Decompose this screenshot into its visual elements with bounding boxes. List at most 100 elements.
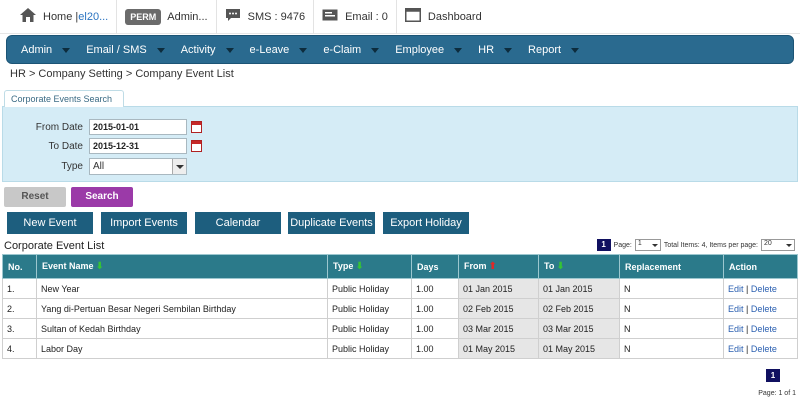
nav-item-report[interactable]: Report: [520, 36, 587, 63]
cell-replacement: N: [619, 338, 724, 359]
pager-top: 1 Page: 1 Total Items: 4, Items per page…: [596, 239, 798, 251]
from-date-input[interactable]: 2015-01-01: [89, 119, 187, 135]
new-event-button[interactable]: New Event: [7, 212, 93, 234]
caret-down-icon: [225, 48, 234, 53]
cell-to: 01 May 2015: [538, 338, 620, 359]
cell-action: Edit | Delete: [723, 338, 798, 359]
col-no: No.: [2, 254, 37, 279]
search-panel: From Date 2015-01-01 To Date 2015-12-31 …: [2, 106, 798, 182]
cell-type: Public Holiday: [327, 298, 412, 319]
admin-menu[interactable]: PERM Admin...: [117, 0, 217, 34]
col-replacement: Replacement: [619, 254, 724, 279]
dashboard-link[interactable]: Dashboard: [397, 0, 490, 34]
cell-days: 1.00: [411, 318, 459, 339]
per-page-select[interactable]: 20: [761, 239, 795, 251]
table-row: 3. Sultan of Kedah Birthday Public Holid…: [2, 318, 798, 339]
col-label: Event Name: [42, 261, 94, 271]
cell-to: 02 Feb 2015: [538, 298, 620, 319]
to-date-input[interactable]: 2015-12-31: [89, 138, 187, 154]
cell-from: 03 Mar 2015: [458, 318, 539, 339]
cell-to: 01 Jan 2015: [538, 278, 620, 299]
cell-type: Public Holiday: [327, 338, 412, 359]
sort-down-icon: ⬇: [556, 261, 565, 272]
delete-link[interactable]: Delete: [751, 284, 777, 294]
caret-down-icon: [371, 48, 380, 53]
col-days[interactable]: Days: [411, 254, 459, 279]
type-select[interactable]: All: [89, 158, 187, 175]
table-header-row: No. Event Name ⬇ Type ⬇ Days From ⬆ To ⬇ Rep…: [2, 254, 798, 279]
duplicate-events-button[interactable]: Duplicate Events: [288, 212, 375, 234]
dashboard-icon: [404, 8, 421, 25]
table-row: 2. Yang di-Pertuan Besar Negeri Sembilan…: [2, 298, 798, 319]
to-date-label: To Date: [48, 140, 83, 152]
nav-item-email-sms[interactable]: Email / SMS: [78, 36, 173, 63]
search-button[interactable]: Search: [71, 187, 133, 207]
chat-icon: [225, 8, 241, 25]
nav-item-employee[interactable]: Employee: [387, 36, 470, 63]
nav-label: HR: [478, 43, 495, 56]
sort-down-icon: ⬇: [355, 261, 364, 272]
cell-days: 1.00: [411, 278, 459, 299]
home-link[interactable]: Home | el20...: [0, 0, 118, 34]
nav-item-eleave[interactable]: e-Leave: [242, 36, 316, 63]
col-label: To: [544, 261, 555, 271]
edit-link[interactable]: Edit: [728, 344, 744, 354]
edit-link[interactable]: Edit: [728, 324, 744, 334]
nav-label: Employee: [395, 43, 445, 56]
nav-item-activity[interactable]: Activity: [173, 36, 242, 63]
edit-link[interactable]: Edit: [728, 304, 744, 314]
cell-type: Public Holiday: [327, 278, 412, 299]
table-row: 4. Labor Day Public Holiday 1.00 01 May …: [2, 338, 798, 359]
email-link[interactable]: Email : 0: [314, 0, 397, 34]
sms-link[interactable]: SMS : 9476: [217, 0, 315, 34]
nav-label: e-Leave: [249, 43, 290, 56]
col-type[interactable]: Type ⬇: [327, 254, 412, 279]
col-from[interactable]: From ⬆: [458, 254, 539, 279]
calendar-icon[interactable]: [191, 121, 202, 133]
nav-label: Report: [528, 43, 562, 56]
home-prefix: Home |: [43, 10, 79, 23]
nav-item-eclaim[interactable]: e-Claim: [315, 36, 387, 63]
delete-link[interactable]: Delete: [751, 324, 777, 334]
perm-badge: PERM: [125, 8, 162, 25]
list-title: Corporate Event List: [4, 240, 105, 252]
delete-link[interactable]: Delete: [751, 344, 777, 354]
edit-link[interactable]: Edit: [728, 284, 744, 294]
nav-item-admin[interactable]: Admin: [13, 36, 78, 63]
page-select[interactable]: 1: [634, 239, 661, 251]
nav-item-hr[interactable]: HR: [470, 36, 520, 63]
cell-from: 01 Jan 2015: [458, 278, 539, 299]
page-count-label: Page: 1 of 1: [758, 390, 796, 397]
cell-replacement: N: [619, 298, 724, 319]
reset-button[interactable]: Reset: [4, 187, 66, 207]
calendar-icon[interactable]: [191, 140, 202, 152]
cell-no: 1.: [2, 278, 37, 299]
cell-name: New Year: [36, 278, 328, 299]
col-to[interactable]: To ⬇: [538, 254, 620, 279]
main-nav: Admin Email / SMS Activity e-Leave e-Cla…: [6, 35, 794, 64]
export-holiday-button[interactable]: Export Holiday: [383, 212, 469, 234]
tab-corporate-events-search[interactable]: Corporate Events Search: [4, 90, 124, 107]
calendar-button[interactable]: Calendar: [195, 212, 281, 234]
col-event-name[interactable]: Event Name ⬇: [36, 254, 328, 279]
action-separator: |: [743, 343, 751, 354]
import-events-button[interactable]: Import Events: [101, 212, 187, 234]
cell-days: 1.00: [411, 298, 459, 319]
cell-days: 1.00: [411, 338, 459, 359]
from-date-row: From Date 2015-01-01: [3, 119, 202, 135]
action-separator: |: [743, 323, 751, 334]
page-number-button[interactable]: 1: [596, 239, 611, 251]
caret-down-icon: [156, 48, 165, 53]
nav-label: Admin: [21, 43, 53, 56]
from-date-label: From Date: [35, 121, 83, 133]
page-number-button-bottom[interactable]: 1: [766, 369, 780, 382]
cell-action: Edit | Delete: [723, 298, 798, 319]
cell-replacement: N: [619, 278, 724, 299]
delete-link[interactable]: Delete: [751, 304, 777, 314]
home-icon: [20, 8, 36, 25]
home-link-text[interactable]: el20...: [78, 11, 108, 23]
page-label: Page:: [613, 241, 632, 249]
cell-name: Yang di-Pertuan Besar Negeri Sembilan Bi…: [36, 298, 328, 319]
cell-name: Labor Day: [36, 338, 328, 359]
to-date-row: To Date 2015-12-31: [3, 138, 202, 154]
